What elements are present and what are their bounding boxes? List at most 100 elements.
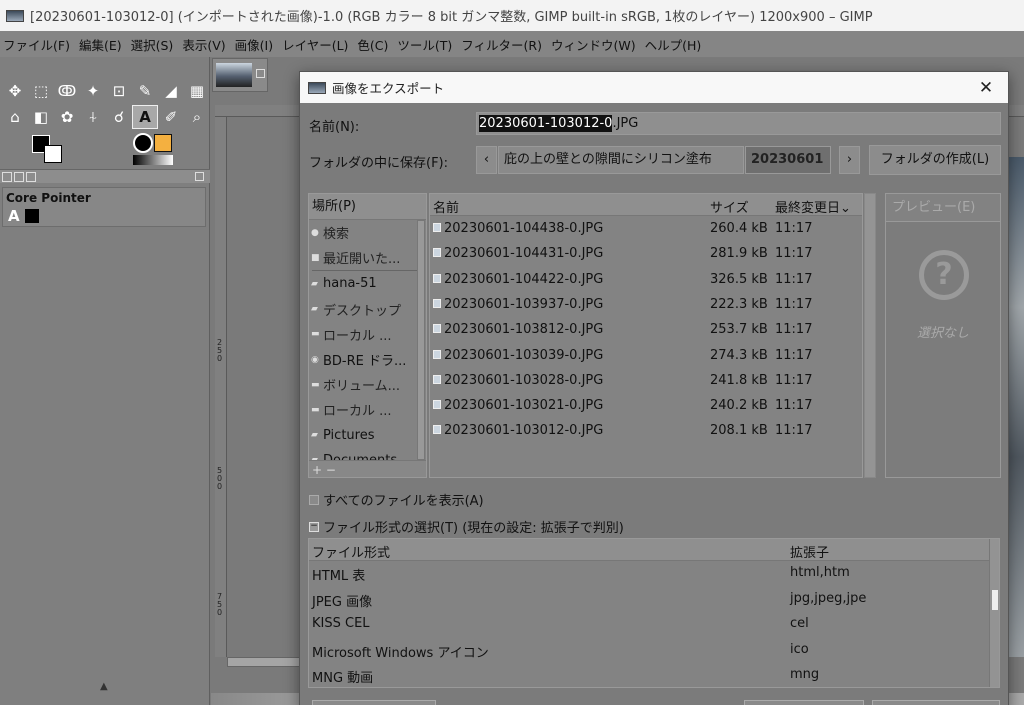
place-local-disk-2[interactable]: ▬ ローカル ... xyxy=(309,397,426,422)
show-all-files-label[interactable]: すべてのファイルを表示(A) xyxy=(323,490,484,509)
place-desktop[interactable]: ▰ デスクトップ xyxy=(309,297,426,322)
file-type-expander[interactable]: − ファイル形式の選択(T) (現在の設定: 拡張子で判別) xyxy=(309,517,624,536)
fuzzy-select-tool-icon[interactable]: ✦ xyxy=(80,79,106,103)
paths-tool-icon[interactable]: ☌ xyxy=(106,105,132,129)
place-volume[interactable]: ▬ ボリューム... xyxy=(309,372,426,397)
column-size[interactable]: サイズ xyxy=(710,197,749,216)
menu-select[interactable]: 選択(S) xyxy=(131,35,174,54)
file-row[interactable]: 20230601-103021-0.JPG 240.2 kB 11:17 xyxy=(430,393,862,418)
scrollbar-thumb[interactable] xyxy=(992,590,998,610)
file-type-row[interactable]: KISS CEL cel xyxy=(309,612,989,638)
column-name[interactable]: 名前 xyxy=(433,197,459,216)
clone-tool-icon[interactable]: ✿ xyxy=(54,105,80,129)
fg-bg-color-swatch[interactable] xyxy=(30,135,66,167)
place-search[interactable]: ● 検索 xyxy=(309,220,426,245)
zoom-tool-icon[interactable]: ⌕ xyxy=(184,105,210,129)
warp-tool-icon[interactable]: ◢ xyxy=(158,79,184,103)
column-extension[interactable]: 拡張子 xyxy=(790,542,829,561)
filename-extension[interactable]: .JPG xyxy=(612,116,638,131)
brush-swatch[interactable] xyxy=(133,133,153,153)
image-tab[interactable] xyxy=(212,58,268,92)
color-picker-tool-icon[interactable]: ✐ xyxy=(158,105,184,129)
dock-grip-icon[interactable]: ▲ xyxy=(100,681,108,692)
text-tool-icon[interactable]: A xyxy=(132,105,158,129)
breadcrumb-current-folder[interactable]: 20230601 xyxy=(745,146,831,174)
file-time: 11:17 xyxy=(775,296,813,312)
cancel-button[interactable] xyxy=(872,700,1000,705)
eraser-tool-icon[interactable]: ◧ xyxy=(28,105,54,129)
place-recent[interactable]: ■ 最近開いた... xyxy=(309,245,426,270)
background-color[interactable] xyxy=(44,145,62,163)
image-file-icon xyxy=(433,273,441,283)
menu-image[interactable]: 画像(I) xyxy=(235,35,273,54)
file-type-row[interactable]: Microsoft Windows アイコン ico xyxy=(309,638,989,664)
rect-select-tool-icon[interactable]: ⬚ xyxy=(28,79,54,103)
places-scrollbar[interactable] xyxy=(417,220,425,460)
brush-pattern-gradient-swatches[interactable] xyxy=(133,133,175,167)
dialog-titlebar: 画像をエクスポート xyxy=(300,72,1008,103)
file-row[interactable]: 20230601-104431-0.JPG 281.9 kB 11:17 xyxy=(430,241,862,266)
undo-history-tab-icon[interactable] xyxy=(14,171,24,182)
file-type-expander-label[interactable]: ファイル形式の選択(T) (現在の設定: 拡張子で判別) xyxy=(323,517,624,536)
place-local-disk-1[interactable]: ▬ ローカル ... xyxy=(309,322,426,347)
places-header[interactable]: 場所(P) xyxy=(309,194,426,220)
file-type-ext: jpg,jpeg,jpe xyxy=(790,590,867,606)
tool-options-tab-icon[interactable] xyxy=(2,171,12,182)
file-row[interactable]: 20230601-103812-0.JPG 253.7 kB 11:17 xyxy=(430,317,862,342)
paintbrush-tool-icon[interactable]: ⌂ xyxy=(2,105,28,129)
image-tab-thumbnail xyxy=(216,63,252,87)
breadcrumb-parent-folder[interactable]: 庇の上の壁との隙間にシリコン塗布 xyxy=(498,146,744,174)
file-list-scrollbar[interactable] xyxy=(864,193,876,478)
file-row[interactable]: 20230601-103012-0.JPG 208.1 kB 11:17 xyxy=(430,418,862,443)
place-bd-re-drive[interactable]: ◉ BD-RE ドラ... xyxy=(309,347,426,372)
lasso-tool-icon[interactable]: ↂ xyxy=(54,79,80,103)
file-name: 20230601-103937-0.JPG xyxy=(444,296,604,312)
file-type-row[interactable]: MNG 動画 mng xyxy=(309,663,989,687)
file-type-row[interactable]: HTML 表 html,htm xyxy=(309,561,989,587)
pattern-swatch[interactable] xyxy=(154,134,172,152)
file-type-scrollbar[interactable] xyxy=(989,539,999,687)
menu-tools[interactable]: ツール(T) xyxy=(397,35,452,54)
path-back-button[interactable]: ‹ xyxy=(476,146,497,174)
places-add-remove[interactable]: + − xyxy=(309,460,426,477)
column-file-type[interactable]: ファイル形式 xyxy=(312,542,390,561)
checkbox-box[interactable] xyxy=(309,494,319,505)
device-status-tab-icon[interactable] xyxy=(26,171,36,182)
crop-tool-icon[interactable]: ⊡ xyxy=(106,79,132,103)
file-row[interactable]: 20230601-103937-0.JPG 222.3 kB 11:17 xyxy=(430,292,862,317)
menu-file[interactable]: ファイル(F) xyxy=(3,35,70,54)
menu-windows[interactable]: ウィンドウ(W) xyxy=(551,35,636,54)
place-home[interactable]: ▰ hana-51 xyxy=(309,271,426,296)
create-folder-button[interactable]: フォルダの作成(L) xyxy=(869,145,1001,175)
file-type-row[interactable]: JPEG 画像 jpg,jpeg,jpe xyxy=(309,587,989,613)
dock-menu-icon[interactable] xyxy=(195,172,204,181)
place-pictures[interactable]: ▰ Pictures xyxy=(309,423,426,448)
gradient-tool-icon[interactable]: ▦ xyxy=(184,79,210,103)
export-button[interactable] xyxy=(744,700,864,705)
menu-filters[interactable]: フィルター(R) xyxy=(461,35,542,54)
menu-layer[interactable]: レイヤー(L) xyxy=(282,35,348,54)
transform-tool-icon[interactable]: ✎ xyxy=(132,79,158,103)
close-tab-icon[interactable] xyxy=(256,69,265,78)
collapse-icon[interactable]: − xyxy=(309,521,319,532)
filename-input[interactable]: 20230601-103012-0 .JPG xyxy=(476,112,1001,135)
show-all-files-checkbox[interactable]: すべてのファイルを表示(A) xyxy=(309,490,484,509)
gradient-swatch[interactable] xyxy=(133,155,173,165)
column-modified[interactable]: 最終変更日⌄ xyxy=(775,197,851,216)
preview-header[interactable]: プレビュー(E) xyxy=(886,194,1000,222)
menu-help[interactable]: ヘルプ(H) xyxy=(645,35,702,54)
file-row[interactable]: 20230601-104438-0.JPG 260.4 kB 11:17 xyxy=(430,216,862,241)
menu-view[interactable]: 表示(V) xyxy=(182,35,225,54)
filename-selected-text[interactable]: 20230601-103012-0 xyxy=(479,115,613,132)
menu-edit[interactable]: 編集(E) xyxy=(79,35,122,54)
file-row[interactable]: 20230601-103028-0.JPG 241.8 kB 11:17 xyxy=(430,368,862,393)
menu-colors[interactable]: 色(C) xyxy=(357,35,388,54)
file-row[interactable]: 20230601-104422-0.JPG 326.5 kB 11:17 xyxy=(430,267,862,292)
file-type-ext: cel xyxy=(790,616,809,631)
file-row[interactable]: 20230601-103039-0.JPG 274.3 kB 11:17 xyxy=(430,343,862,368)
path-forward-button[interactable]: › xyxy=(839,146,860,174)
close-icon[interactable]: ✕ xyxy=(976,78,996,98)
smudge-tool-icon[interactable]: ⍭ xyxy=(80,105,106,129)
help-button[interactable] xyxy=(312,700,436,705)
move-tool-icon[interactable]: ✥ xyxy=(2,79,28,103)
